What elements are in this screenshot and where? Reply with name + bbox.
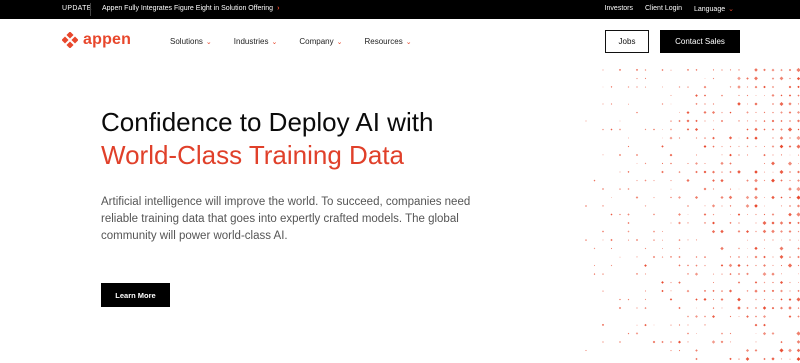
learn-more-button[interactable]: Learn More	[101, 283, 170, 307]
announcement-text: Appen Fully Integrates Figure Eight in S…	[102, 5, 274, 12]
hero-title: Confidence to Deploy AI with World-Class…	[101, 106, 541, 172]
menu-label: Solutions	[170, 37, 203, 46]
hero-title-line2: World-Class Training Data	[101, 140, 404, 170]
menu-item-industries[interactable]: Industries ⌄	[234, 37, 278, 46]
utility-links: Investors Client Login Language ⌄	[605, 5, 734, 13]
appen-logo[interactable]: appen	[62, 31, 131, 49]
chevron-down-icon: ⌄	[205, 38, 212, 46]
menu-label: Resources	[364, 37, 403, 46]
language-selector[interactable]: Language ⌄	[694, 5, 734, 13]
appen-logo-icon	[62, 32, 78, 48]
language-label: Language	[693, 6, 726, 13]
announcement-bar: UPDATE Appen Fully Integrates Figure Eig…	[0, 0, 800, 19]
primary-menu: Solutions ⌄ Industries ⌄ Company ⌄ Resource…	[170, 37, 412, 46]
menu-label: Industries	[233, 37, 269, 46]
update-tag: UPDATE	[62, 5, 92, 12]
announcement-link[interactable]: Appen Fully Integrates Figure Eight in S…	[102, 5, 279, 12]
chevron-down-icon: ⌄	[405, 38, 412, 46]
main-navigation: appen Solutions ⌄ Industries ⌄ Company ⌄ Re…	[0, 19, 800, 64]
menu-item-company[interactable]: Company ⌄	[299, 37, 342, 46]
client-login-link[interactable]: Client Login	[645, 5, 682, 13]
chevron-down-icon: ⌄	[271, 38, 278, 46]
dot-pattern-graphic	[585, 67, 800, 361]
logo-text: appen	[83, 31, 132, 48]
contact-sales-button[interactable]: Contact Sales	[660, 30, 740, 53]
hero-description: Artificial intelligence will improve the…	[101, 196, 471, 242]
jobs-button[interactable]: Jobs	[605, 30, 649, 53]
menu-item-solutions[interactable]: Solutions ⌄	[170, 37, 212, 46]
chevron-down-icon: ⌄	[728, 6, 734, 13]
hero-title-line1: Confidence to Deploy AI with	[101, 107, 434, 137]
chevron-right-icon: ›	[277, 5, 280, 12]
menu-label: Company	[299, 37, 334, 46]
topbar-divider	[90, 3, 91, 16]
investors-link[interactable]: Investors	[605, 5, 633, 13]
menu-item-resources[interactable]: Resources ⌄	[364, 37, 411, 46]
chevron-down-icon: ⌄	[336, 38, 343, 46]
